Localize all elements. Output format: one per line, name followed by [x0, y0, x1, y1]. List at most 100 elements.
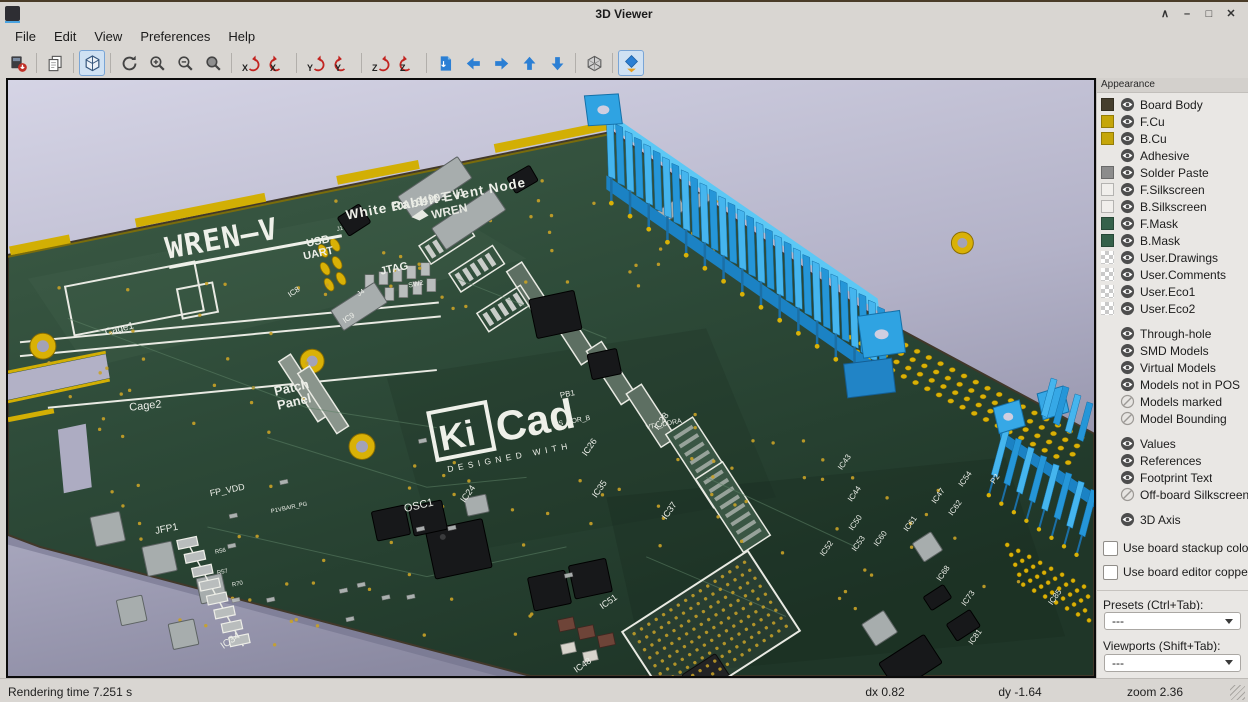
visibility-eye-icon[interactable] — [1120, 326, 1135, 341]
menu-preferences[interactable]: Preferences — [131, 26, 219, 47]
visibility-hidden-icon[interactable] — [1120, 411, 1135, 426]
layer-color-swatch[interactable] — [1101, 234, 1114, 247]
layer-row-through-hole[interactable]: Through-hole — [1097, 325, 1248, 342]
perspective-cube-button[interactable] — [581, 50, 607, 76]
visibility-eye-icon[interactable] — [1120, 233, 1135, 248]
menu-view[interactable]: View — [85, 26, 131, 47]
layer-color-swatch[interactable] — [1101, 251, 1114, 264]
layer-color-swatch[interactable] — [1101, 302, 1114, 315]
visibility-eye-icon[interactable] — [1120, 284, 1135, 299]
layer-color-swatch[interactable] — [1101, 166, 1114, 179]
ortho-view-button[interactable] — [618, 50, 644, 76]
visibility-eye-icon[interactable] — [1120, 182, 1135, 197]
layer-row-model-bounding[interactable]: Model Bounding — [1097, 410, 1248, 427]
visibility-eye-icon[interactable] — [1120, 114, 1135, 129]
visibility-eye-icon[interactable] — [1120, 377, 1135, 392]
layer-row-user-eco1[interactable]: User.Eco1 — [1097, 283, 1248, 300]
layer-row-models-not-in-pos[interactable]: Models not in POS — [1097, 376, 1248, 393]
visibility-eye-icon[interactable] — [1120, 436, 1135, 451]
visibility-eye-icon[interactable] — [1120, 360, 1135, 375]
checkbox-row[interactable]: Use board editor coppe — [1097, 560, 1248, 584]
visibility-eye-icon[interactable] — [1120, 165, 1135, 180]
layer-color-swatch[interactable] — [1101, 132, 1114, 145]
status-dy: dy -1.64 — [960, 685, 1080, 699]
layer-color-swatch[interactable] — [1101, 217, 1114, 230]
layer-color-swatch[interactable] — [1101, 149, 1114, 162]
layer-row-adhesive[interactable]: Adhesive — [1097, 147, 1248, 164]
checkbox[interactable] — [1103, 565, 1118, 580]
copy-button[interactable] — [42, 50, 68, 76]
layer-row-f-silkscreen[interactable]: F.Silkscreen — [1097, 181, 1248, 198]
checkbox[interactable] — [1103, 541, 1118, 556]
layer-color-swatch[interactable] — [1101, 268, 1114, 281]
visibility-eye-icon[interactable] — [1120, 267, 1135, 282]
rotate-x-ccw-button[interactable]: X — [265, 50, 291, 76]
checkbox-row[interactable]: Use board stackup colo — [1097, 536, 1248, 560]
resize-grip[interactable] — [1230, 685, 1245, 700]
pan-up-button[interactable] — [516, 50, 542, 76]
reload-view-button[interactable] — [79, 50, 105, 76]
layer-row-b-silkscreen[interactable]: B.Silkscreen — [1097, 198, 1248, 215]
close-button[interactable]: ✕ — [1222, 6, 1240, 22]
visibility-eye-icon[interactable] — [1120, 97, 1135, 112]
visibility-hidden-icon[interactable] — [1120, 487, 1135, 502]
visibility-eye-icon[interactable] — [1120, 453, 1135, 468]
visibility-hidden-icon[interactable] — [1120, 394, 1135, 409]
3d-viewport[interactable]: WREN—V White Rabbit Event Node EDA-04903… — [6, 78, 1096, 678]
layer-row-off-board-silkscreen[interactable]: Off-board Silkscreen — [1097, 486, 1248, 503]
layer-row-board-body[interactable]: Board Body — [1097, 96, 1248, 113]
menu-edit[interactable]: Edit — [45, 26, 85, 47]
layer-row-models-marked[interactable]: Models marked — [1097, 393, 1248, 410]
presets-dropdown[interactable]: --- — [1104, 612, 1241, 630]
export-image-button[interactable] — [5, 50, 31, 76]
layer-color-swatch[interactable] — [1101, 200, 1114, 213]
layer-row-b-cu[interactable]: B.Cu — [1097, 130, 1248, 147]
layer-color-swatch[interactable] — [1101, 285, 1114, 298]
layer-color-swatch[interactable] — [1101, 115, 1114, 128]
layer-row-footprint-text[interactable]: Footprint Text — [1097, 469, 1248, 486]
viewports-dropdown[interactable]: --- — [1104, 654, 1241, 672]
rotate-z-ccw-button[interactable]: Z — [395, 50, 421, 76]
minimize-button[interactable]: – — [1178, 6, 1196, 22]
zoom-out-button[interactable] — [172, 50, 198, 76]
layer-row-smd-models[interactable]: SMD Models — [1097, 342, 1248, 359]
shade-button[interactable]: ∧ — [1156, 6, 1174, 22]
visibility-eye-icon[interactable] — [1120, 301, 1135, 316]
zoom-in-button[interactable] — [144, 50, 170, 76]
visibility-eye-icon[interactable] — [1120, 470, 1135, 485]
visibility-eye-icon[interactable] — [1120, 148, 1135, 163]
visibility-eye-icon[interactable] — [1120, 199, 1135, 214]
visibility-eye-icon[interactable] — [1120, 250, 1135, 265]
layer-row-b-mask[interactable]: B.Mask — [1097, 232, 1248, 249]
layer-row-user-eco2[interactable]: User.Eco2 — [1097, 300, 1248, 317]
layer-row-solder-paste[interactable]: Solder Paste — [1097, 164, 1248, 181]
refresh-button[interactable] — [116, 50, 142, 76]
layer-row-f-cu[interactable]: F.Cu — [1097, 113, 1248, 130]
visibility-eye-icon[interactable] — [1120, 512, 1135, 527]
rotate-y-ccw-button[interactable]: Y — [330, 50, 356, 76]
layer-row-user-comments[interactable]: User.Comments — [1097, 266, 1248, 283]
rotate-z-cw-button[interactable]: Z — [367, 50, 393, 76]
menu-file[interactable]: File — [6, 26, 45, 47]
layer-row-user-drawings[interactable]: User.Drawings — [1097, 249, 1248, 266]
visibility-eye-icon[interactable] — [1120, 343, 1135, 358]
visibility-eye-icon[interactable] — [1120, 216, 1135, 231]
pan-right-button[interactable] — [488, 50, 514, 76]
menu-help[interactable]: Help — [219, 26, 264, 47]
rotate-x-cw-button[interactable]: X — [237, 50, 263, 76]
layer-row-values[interactable]: Values — [1097, 435, 1248, 452]
maximize-button[interactable]: □ — [1200, 6, 1218, 22]
layer-row-3d-axis[interactable]: 3D Axis — [1097, 511, 1248, 528]
pcb-3d-render[interactable]: WREN—V White Rabbit Event Node EDA-04903… — [8, 80, 1094, 676]
pan-down-button[interactable] — [544, 50, 570, 76]
rotate-y-cw-button[interactable]: Y — [302, 50, 328, 76]
layer-color-swatch[interactable] — [1101, 98, 1114, 111]
layer-row-virtual-models[interactable]: Virtual Models — [1097, 359, 1248, 376]
zoom-fit-button[interactable] — [200, 50, 226, 76]
layer-row-f-mask[interactable]: F.Mask — [1097, 215, 1248, 232]
layer-color-swatch[interactable] — [1101, 183, 1114, 196]
flip-board-button[interactable] — [432, 50, 458, 76]
layer-row-references[interactable]: References — [1097, 452, 1248, 469]
visibility-eye-icon[interactable] — [1120, 131, 1135, 146]
pan-left-button[interactable] — [460, 50, 486, 76]
